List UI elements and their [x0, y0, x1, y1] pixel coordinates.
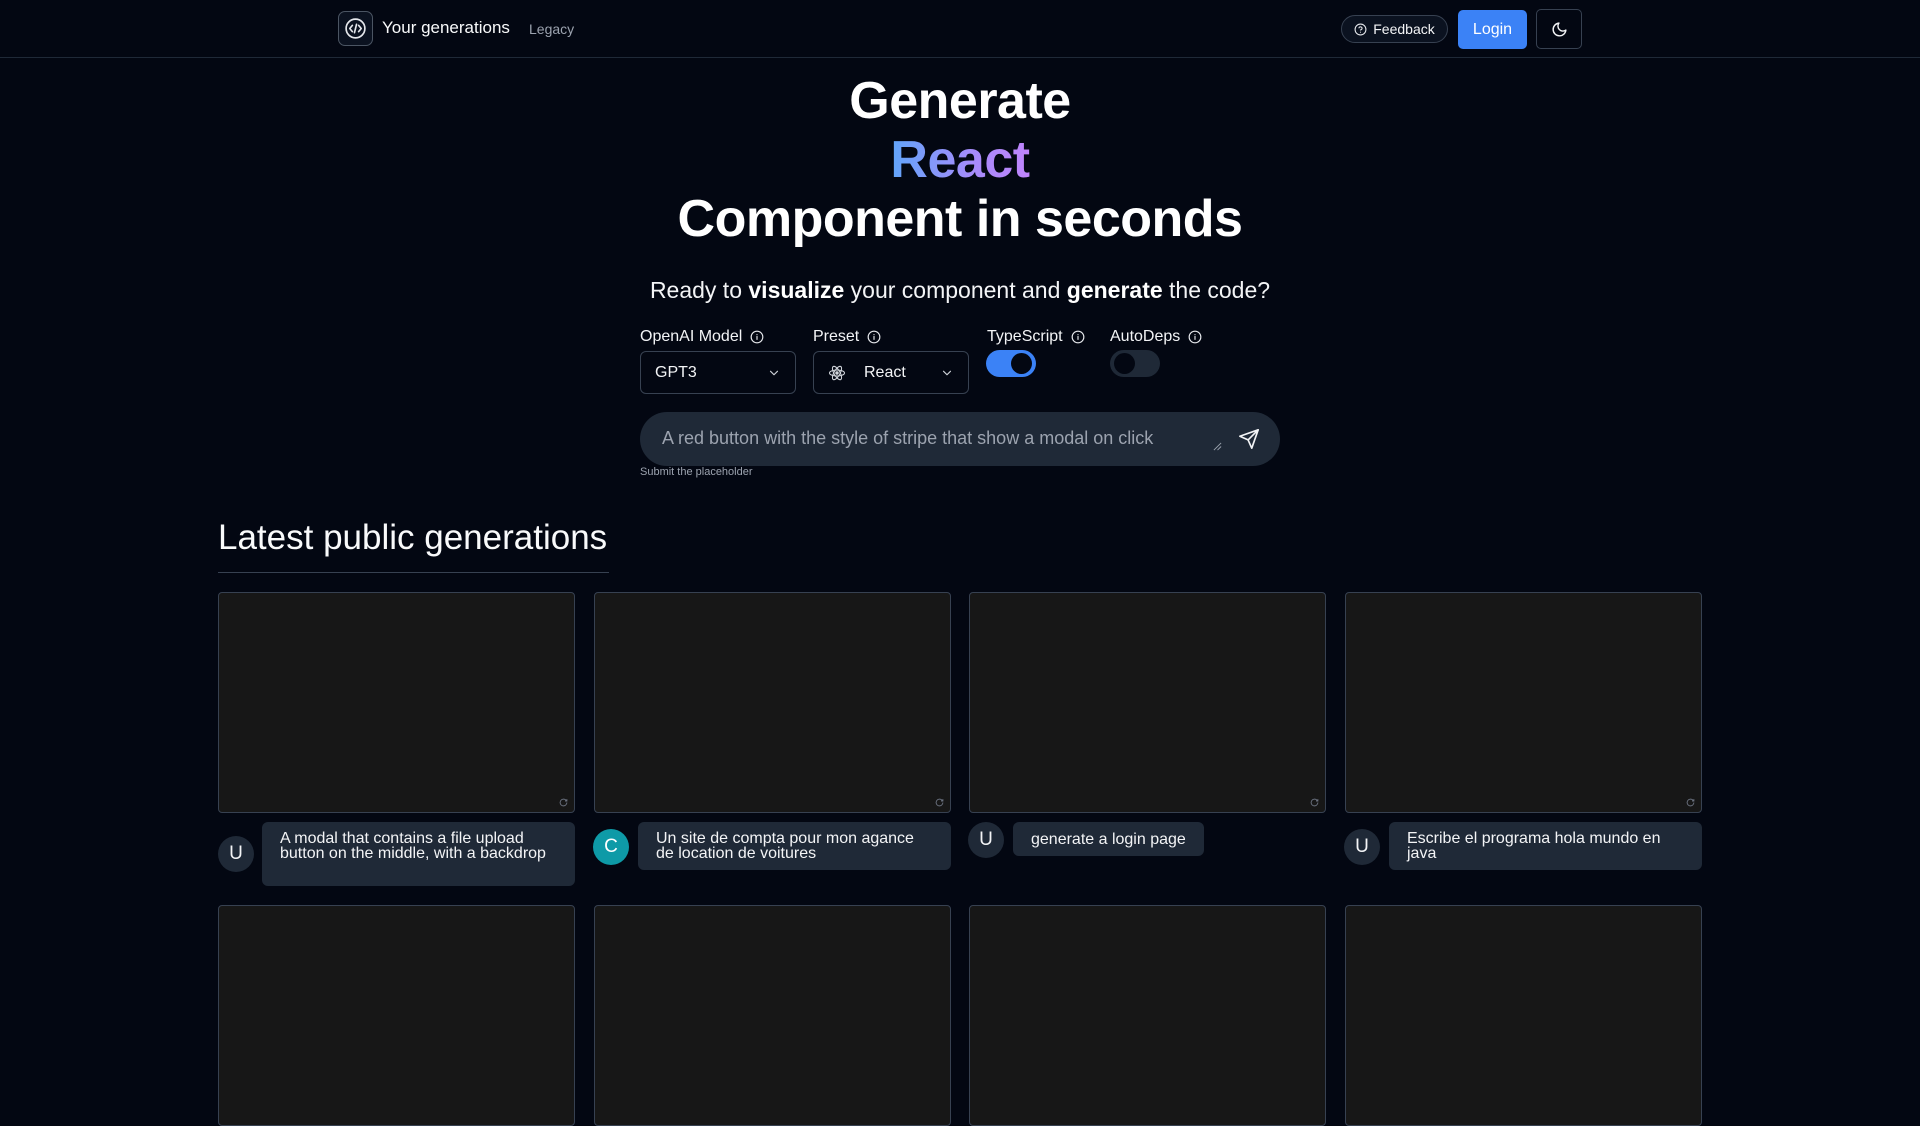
prompt-placeholder: A red button with the style of stripe th… [662, 428, 1154, 448]
section-divider [218, 572, 609, 573]
hero-heading: Generate React Component in seconds [0, 72, 1920, 249]
refresh-icon[interactable] [935, 798, 944, 807]
nav-your-generations-link[interactable]: Your generations [382, 18, 510, 38]
autodeps-label: AutoDeps [1110, 328, 1202, 346]
autodeps-toggle[interactable] [1110, 350, 1160, 377]
section-title: Latest public generations [218, 518, 608, 557]
theme-toggle-button[interactable] [1536, 9, 1582, 49]
info-icon[interactable] [1071, 330, 1085, 344]
avatar: U [968, 822, 1004, 858]
model-select[interactable]: GPT3 [640, 351, 796, 394]
login-button[interactable]: Login [1458, 10, 1527, 49]
tagline-bold-visualize: visualize [748, 277, 845, 303]
generation-preview-card[interactable] [594, 592, 951, 813]
generation-prompt[interactable]: generate a login page [1013, 822, 1204, 856]
tagline: Ready to visualize your component and ge… [0, 277, 1920, 304]
refresh-icon[interactable] [1686, 798, 1695, 807]
toggle-knob [1011, 353, 1032, 374]
typescript-label-text: TypeScript [987, 328, 1063, 345]
preset-label-text: Preset [813, 328, 860, 345]
preset-label: Preset [813, 328, 881, 346]
avatar: C [593, 829, 629, 865]
prompt-hint: Submit the placeholder [640, 466, 753, 478]
hero-line-component: Component in seconds [677, 190, 1243, 248]
generation-preview-card[interactable] [1345, 592, 1702, 813]
top-navigation-bar: Your generations Legacy Feedback Login [0, 0, 1920, 58]
generation-preview-card[interactable] [969, 905, 1326, 1126]
avatar: U [218, 836, 254, 872]
nav-legacy-link[interactable]: Legacy [529, 21, 574, 37]
avatar: U [1344, 829, 1380, 865]
resize-grip-icon[interactable] [1213, 442, 1222, 451]
model-select-value: GPT3 [655, 363, 697, 381]
chevron-down-icon [942, 370, 952, 376]
tagline-text-1: Ready to [649, 277, 749, 303]
preset-select[interactable]: React [813, 351, 969, 394]
feedback-button[interactable]: Feedback [1341, 15, 1448, 43]
prompt-textarea[interactable]: A red button with the style of stripe th… [640, 412, 1280, 466]
chevron-down-icon [769, 370, 779, 376]
refresh-icon[interactable] [559, 798, 568, 807]
logo-icon[interactable] [338, 11, 373, 46]
feedback-label: Feedback [1373, 21, 1435, 37]
send-icon[interactable] [1238, 428, 1260, 450]
generation-preview-card[interactable] [594, 905, 951, 1126]
info-icon[interactable] [1188, 330, 1202, 344]
model-label: OpenAI Model [640, 328, 764, 346]
hero-line-react: React [890, 131, 1030, 189]
tagline-text-2: your component and [844, 277, 1067, 303]
tagline-bold-generate: generate [1066, 277, 1163, 303]
generation-prompt[interactable]: Escribe el programa hola mundo en java [1389, 822, 1702, 870]
refresh-icon[interactable] [1310, 798, 1319, 807]
generation-preview-card[interactable] [218, 905, 575, 1126]
generation-preview-card[interactable] [218, 592, 575, 813]
typescript-toggle[interactable] [986, 350, 1036, 377]
typescript-label: TypeScript [987, 328, 1085, 346]
autodeps-label-text: AutoDeps [1110, 328, 1181, 345]
toggle-knob [1114, 353, 1135, 374]
generation-prompt[interactable]: A modal that contains a file upload butt… [262, 822, 575, 886]
preset-select-value: React [864, 363, 906, 381]
info-icon[interactable] [867, 330, 881, 344]
generation-preview-card[interactable] [969, 592, 1326, 813]
hero-line-generate: Generate [849, 72, 1071, 130]
model-label-text: OpenAI Model [640, 328, 743, 345]
generation-preview-card[interactable] [1345, 905, 1702, 1126]
moon-icon [1552, 21, 1567, 36]
generation-prompt[interactable]: Un site de compta pour mon agance de loc… [638, 822, 951, 870]
tagline-text-3: the code? [1162, 277, 1271, 303]
help-circle-icon [1354, 23, 1367, 35]
info-icon[interactable] [750, 330, 764, 344]
react-atom-icon [828, 365, 846, 380]
